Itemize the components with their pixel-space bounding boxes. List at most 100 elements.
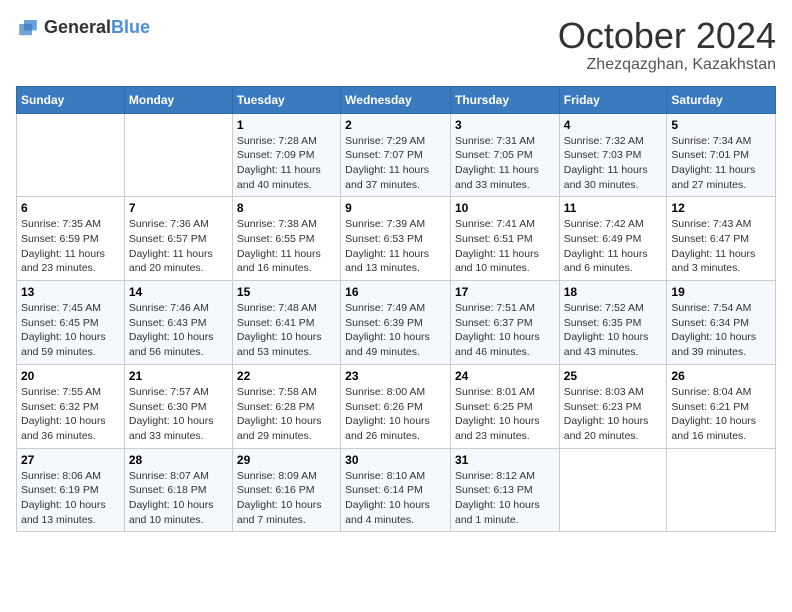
calendar-cell: 2 Sunrise: 7:29 AM Sunset: 7:07 PM Daylig… (341, 113, 451, 197)
day-number: 12 (671, 201, 771, 215)
calendar-cell: 15 Sunrise: 7:48 AM Sunset: 6:41 PM Dayli… (232, 281, 340, 365)
calendar-cell: 27Sunrise: 8:06 AM Sunset: 6:19 PM Dayli… (17, 448, 125, 532)
calendar-cell (559, 448, 667, 532)
calendar-cell: 13 Sunrise: 7:45 AM Sunset: 6:45 PM Dayli… (17, 281, 125, 365)
calendar-cell: 7 Sunrise: 7:36 AM Sunset: 6:57 PM Daylig… (124, 197, 232, 281)
day-info: Sunrise: 7:45 AM Sunset: 6:45 PM Dayligh… (21, 301, 120, 360)
day-number: 13 (21, 285, 120, 299)
logo-text: GeneralBlue (44, 18, 150, 38)
calendar-cell: 1Sunrise: 7:28 AM Sunset: 7:09 PM Daylig… (232, 113, 340, 197)
calendar-cell: 14 Sunrise: 7:46 AM Sunset: 6:43 PM Dayli… (124, 281, 232, 365)
day-number: 15 (237, 285, 336, 299)
day-number: 23 (345, 369, 446, 383)
calendar-cell: 17 Sunrise: 7:51 AM Sunset: 6:37 PM Dayli… (450, 281, 559, 365)
day-number: 2 (345, 118, 446, 132)
day-number: 16 (345, 285, 446, 299)
day-number: 21 (129, 369, 228, 383)
header-sunday: Sunday (17, 86, 125, 113)
day-number: 18 (564, 285, 663, 299)
day-info: Sunrise: 8:03 AM Sunset: 6:23 PM Dayligh… (564, 385, 663, 444)
day-info: Sunrise: 8:01 AM Sunset: 6:25 PM Dayligh… (455, 385, 555, 444)
day-info: Sunrise: 8:12 AM Sunset: 6:13 PM Dayligh… (455, 469, 555, 528)
calendar-cell: 24 Sunrise: 8:01 AM Sunset: 6:25 PM Dayli… (450, 364, 559, 448)
day-number: 20 (21, 369, 120, 383)
day-info: Sunrise: 7:57 AM Sunset: 6:30 PM Dayligh… (129, 385, 228, 444)
calendar-cell: 19 Sunrise: 7:54 AM Sunset: 6:34 PM Dayli… (667, 281, 776, 365)
day-info: Sunrise: 7:29 AM Sunset: 7:07 PM Dayligh… (345, 134, 446, 193)
header-saturday: Saturday (667, 86, 776, 113)
calendar-week-4: 20 Sunrise: 7:55 AM Sunset: 6:32 PM Dayli… (17, 364, 776, 448)
day-info: Sunrise: 8:09 AM Sunset: 6:16 PM Dayligh… (237, 469, 336, 528)
day-info: Sunrise: 7:51 AM Sunset: 6:37 PM Dayligh… (455, 301, 555, 360)
header-friday: Friday (559, 86, 667, 113)
day-info: Sunrise: 7:52 AM Sunset: 6:35 PM Dayligh… (564, 301, 663, 360)
calendar-cell: 8 Sunrise: 7:38 AM Sunset: 6:55 PM Daylig… (232, 197, 340, 281)
day-info: Sunrise: 7:55 AM Sunset: 6:32 PM Dayligh… (21, 385, 120, 444)
day-number: 28 (129, 453, 228, 467)
calendar-cell: 4 Sunrise: 7:32 AM Sunset: 7:03 PM Daylig… (559, 113, 667, 197)
calendar-cell: 29 Sunrise: 8:09 AM Sunset: 6:16 PM Dayli… (232, 448, 340, 532)
day-number: 17 (455, 285, 555, 299)
calendar-cell: 10 Sunrise: 7:41 AM Sunset: 6:51 PM Dayli… (450, 197, 559, 281)
calendar-cell: 26Sunrise: 8:04 AM Sunset: 6:21 PM Dayli… (667, 364, 776, 448)
day-number: 30 (345, 453, 446, 467)
day-number: 22 (237, 369, 336, 383)
calendar-cell: 16 Sunrise: 7:49 AM Sunset: 6:39 PM Dayli… (341, 281, 451, 365)
day-info: Sunrise: 8:07 AM Sunset: 6:18 PM Dayligh… (129, 469, 228, 528)
calendar-cell (124, 113, 232, 197)
logo: GeneralBlue (16, 16, 150, 40)
calendar-week-1: 1Sunrise: 7:28 AM Sunset: 7:09 PM Daylig… (17, 113, 776, 197)
day-number: 10 (455, 201, 555, 215)
day-info: Sunrise: 7:32 AM Sunset: 7:03 PM Dayligh… (564, 134, 663, 193)
month-title: October 2024 (558, 16, 776, 56)
calendar-cell: 11 Sunrise: 7:42 AM Sunset: 6:49 PM Dayli… (559, 197, 667, 281)
calendar-cell (17, 113, 125, 197)
day-number: 31 (455, 453, 555, 467)
calendar-cell: 18 Sunrise: 7:52 AM Sunset: 6:35 PM Dayli… (559, 281, 667, 365)
day-number: 11 (564, 201, 663, 215)
header-thursday: Thursday (450, 86, 559, 113)
day-number: 7 (129, 201, 228, 215)
calendar-cell: 23 Sunrise: 8:00 AM Sunset: 6:26 PM Dayli… (341, 364, 451, 448)
day-info: Sunrise: 7:31 AM Sunset: 7:05 PM Dayligh… (455, 134, 555, 193)
day-number: 14 (129, 285, 228, 299)
day-number: 29 (237, 453, 336, 467)
day-info: Sunrise: 8:04 AM Sunset: 6:21 PM Dayligh… (671, 385, 771, 444)
day-info: Sunrise: 7:46 AM Sunset: 6:43 PM Dayligh… (129, 301, 228, 360)
day-number: 9 (345, 201, 446, 215)
day-number: 25 (564, 369, 663, 383)
calendar-week-5: 27Sunrise: 8:06 AM Sunset: 6:19 PM Dayli… (17, 448, 776, 532)
day-info: Sunrise: 7:42 AM Sunset: 6:49 PM Dayligh… (564, 217, 663, 276)
day-info: Sunrise: 8:00 AM Sunset: 6:26 PM Dayligh… (345, 385, 446, 444)
day-info: Sunrise: 7:35 AM Sunset: 6:59 PM Dayligh… (21, 217, 120, 276)
day-info: Sunrise: 7:48 AM Sunset: 6:41 PM Dayligh… (237, 301, 336, 360)
day-number: 8 (237, 201, 336, 215)
calendar-cell: 5Sunrise: 7:34 AM Sunset: 7:01 PM Daylig… (667, 113, 776, 197)
calendar-cell: 21 Sunrise: 7:57 AM Sunset: 6:30 PM Dayli… (124, 364, 232, 448)
calendar-table: SundayMondayTuesdayWednesdayThursdayFrid… (16, 86, 776, 533)
day-info: Sunrise: 7:34 AM Sunset: 7:01 PM Dayligh… (671, 134, 771, 193)
day-info: Sunrise: 7:49 AM Sunset: 6:39 PM Dayligh… (345, 301, 446, 360)
day-number: 19 (671, 285, 771, 299)
calendar-cell: 31 Sunrise: 8:12 AM Sunset: 6:13 PM Dayli… (450, 448, 559, 532)
day-number: 24 (455, 369, 555, 383)
title-block: October 2024 Zhezqazghan, Kazakhstan (558, 16, 776, 74)
location-title: Zhezqazghan, Kazakhstan (558, 56, 776, 74)
day-info: Sunrise: 7:41 AM Sunset: 6:51 PM Dayligh… (455, 217, 555, 276)
day-number: 4 (564, 118, 663, 132)
day-info: Sunrise: 7:43 AM Sunset: 6:47 PM Dayligh… (671, 217, 771, 276)
day-number: 27 (21, 453, 120, 467)
calendar-cell: 22Sunrise: 7:58 AM Sunset: 6:28 PM Dayli… (232, 364, 340, 448)
day-info: Sunrise: 7:54 AM Sunset: 6:34 PM Dayligh… (671, 301, 771, 360)
page-header: GeneralBlue October 2024 Zhezqazghan, Ka… (16, 16, 776, 74)
calendar-week-3: 13 Sunrise: 7:45 AM Sunset: 6:45 PM Dayli… (17, 281, 776, 365)
day-info: Sunrise: 8:10 AM Sunset: 6:14 PM Dayligh… (345, 469, 446, 528)
day-info: Sunrise: 7:36 AM Sunset: 6:57 PM Dayligh… (129, 217, 228, 276)
calendar-cell: 3Sunrise: 7:31 AM Sunset: 7:05 PM Daylig… (450, 113, 559, 197)
day-info: Sunrise: 7:38 AM Sunset: 6:55 PM Dayligh… (237, 217, 336, 276)
day-info: Sunrise: 7:39 AM Sunset: 6:53 PM Dayligh… (345, 217, 446, 276)
calendar-cell: 20 Sunrise: 7:55 AM Sunset: 6:32 PM Dayli… (17, 364, 125, 448)
day-info: Sunrise: 7:28 AM Sunset: 7:09 PM Dayligh… (237, 134, 336, 193)
calendar-cell: 30 Sunrise: 8:10 AM Sunset: 6:14 PM Dayli… (341, 448, 451, 532)
day-number: 6 (21, 201, 120, 215)
